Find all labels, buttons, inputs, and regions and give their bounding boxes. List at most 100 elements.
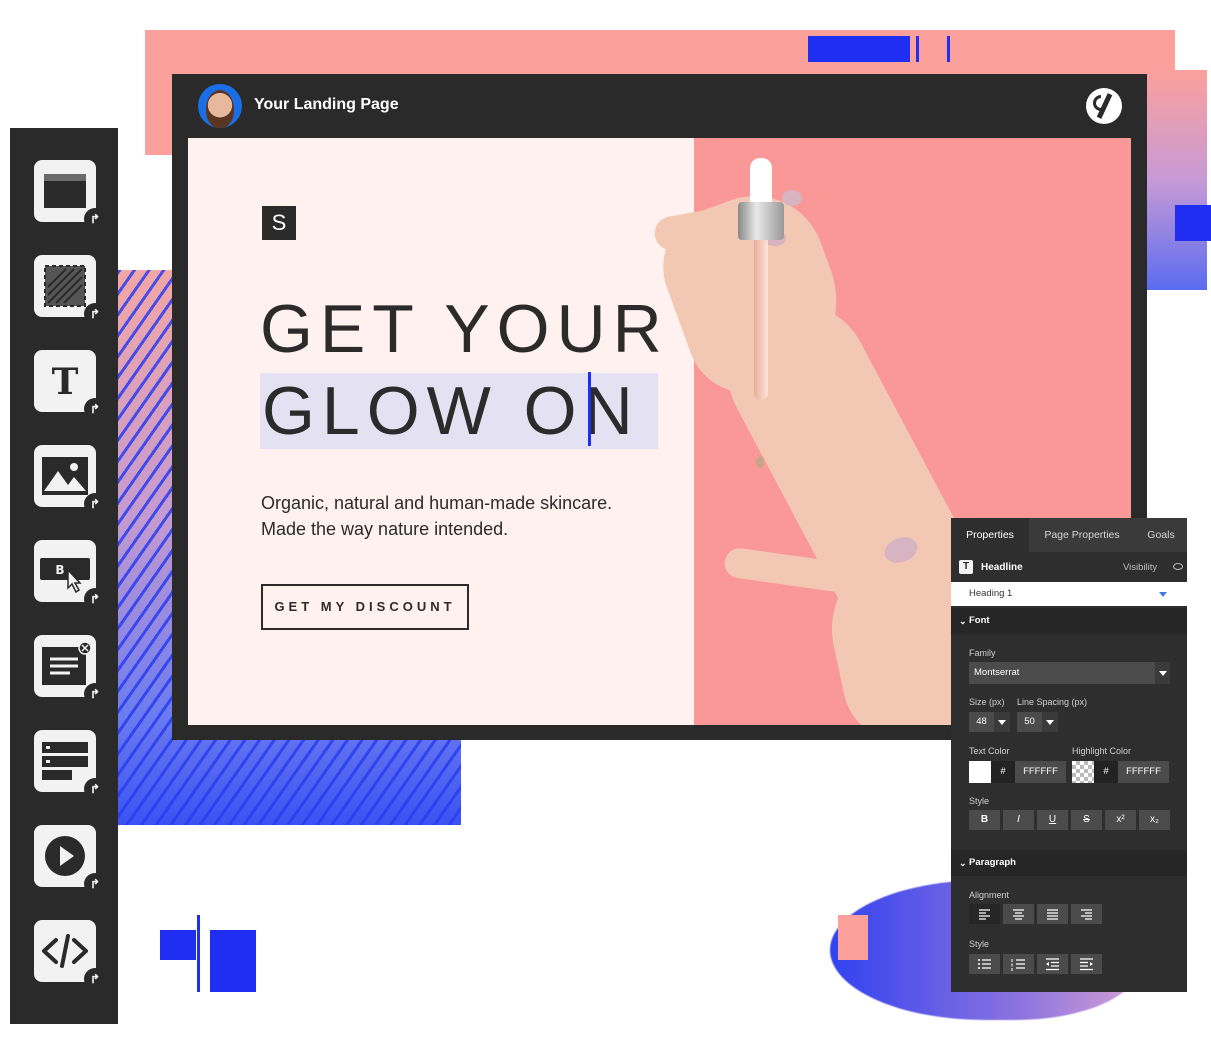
- font-family-dropdown[interactable]: [1155, 662, 1170, 684]
- element-header: T Headline Visibility: [951, 552, 1187, 582]
- dropper-illustration: [750, 158, 772, 208]
- align-left-button[interactable]: [969, 904, 1000, 924]
- tab-page-properties[interactable]: Page Properties: [1029, 518, 1135, 552]
- eye-icon[interactable]: [1173, 563, 1183, 570]
- text-color-input[interactable]: FFFFFF: [1015, 761, 1066, 783]
- subscript-button[interactable]: x₂: [1139, 810, 1170, 830]
- image-widget-button[interactable]: ↱: [34, 445, 106, 515]
- font-size-input[interactable]: 48: [969, 712, 994, 732]
- size-label: Size (px): [969, 697, 1005, 707]
- align-justify-icon: [1047, 909, 1058, 920]
- button-widget-button[interactable]: B ↱: [34, 540, 106, 610]
- highlight-color-hash: #: [1094, 761, 1118, 783]
- chevron-down-icon: [1046, 720, 1054, 725]
- line-spacing-input[interactable]: 50: [1017, 712, 1042, 732]
- underline-button[interactable]: U: [1037, 810, 1068, 830]
- alignment-label: Alignment: [969, 890, 1010, 900]
- align-center-icon: [1013, 909, 1024, 920]
- paragraph-section-label: Paragraph: [969, 857, 1016, 868]
- panel-tabs: Properties Page Properties Goals: [951, 518, 1187, 552]
- bullet-list-button[interactable]: [969, 954, 1000, 974]
- outdent-button[interactable]: [1037, 954, 1068, 974]
- droplet-illustration: [756, 456, 764, 468]
- indent-icon: [1080, 958, 1093, 971]
- decorative-blue-block: [210, 930, 256, 992]
- bullet-list-icon: [978, 959, 991, 969]
- form-widget-button[interactable]: ↱: [34, 730, 106, 800]
- text-color-hash: #: [991, 761, 1015, 783]
- dropper-illustration: [738, 202, 784, 240]
- get-discount-button[interactable]: GET MY DISCOUNT: [261, 584, 469, 630]
- highlight-color-input[interactable]: FFFFFF: [1118, 761, 1169, 783]
- font-family-select[interactable]: Montserrat: [969, 662, 1155, 684]
- family-label: Family: [969, 648, 996, 658]
- align-right-button[interactable]: [1071, 904, 1102, 924]
- chevron-down-icon: ⌄: [959, 858, 967, 868]
- properties-panel: Properties Page Properties Goals T Headl…: [951, 518, 1187, 992]
- hero-subtext[interactable]: Organic, natural and human-made skincare…: [261, 490, 621, 542]
- chevron-down-icon: [1159, 671, 1167, 676]
- heading-level-value: Heading 1: [969, 588, 1013, 599]
- line-spacing-label: Line Spacing (px): [1017, 697, 1088, 707]
- lightbox-widget-button[interactable]: ↱: [34, 635, 106, 705]
- decorative-pink-block: [838, 915, 868, 960]
- drag-arrow-icon: ↱: [84, 683, 106, 705]
- italic-button[interactable]: I: [1003, 810, 1034, 830]
- drag-arrow-icon: ↱: [84, 208, 106, 230]
- font-section-label: Font: [969, 615, 990, 626]
- numbered-list-button[interactable]: [1003, 954, 1034, 974]
- svg-text:B: B: [55, 563, 64, 577]
- brand-logo-icon[interactable]: [1086, 88, 1122, 124]
- text-widget-button[interactable]: T ↱: [34, 350, 106, 420]
- hand-illustration: [782, 190, 802, 206]
- chevron-down-icon: [1159, 592, 1167, 597]
- decorative-gradient-strip: [1147, 70, 1207, 290]
- decorative-blue-block: [160, 930, 196, 960]
- editor-topbar: Your Landing Page: [172, 74, 1147, 138]
- highlight-color-label: Highlight Color: [1072, 746, 1132, 756]
- heading-level-select[interactable]: Heading 1: [951, 582, 1187, 606]
- align-justify-button[interactable]: [1037, 904, 1068, 924]
- bold-button[interactable]: B: [969, 810, 1000, 830]
- drag-arrow-icon: ↱: [84, 303, 106, 325]
- decorative-blue-square: [1175, 205, 1211, 241]
- strikethrough-button[interactable]: S: [1071, 810, 1102, 830]
- font-section-header[interactable]: ⌄ Font: [951, 608, 1187, 634]
- decorative-brackets: [916, 36, 950, 62]
- headline-line-2: GLOW ON: [260, 373, 658, 449]
- user-avatar[interactable]: [198, 84, 242, 128]
- avatar-face: [206, 90, 234, 128]
- style-label: Style: [969, 796, 990, 806]
- tab-goals[interactable]: Goals: [1135, 518, 1187, 552]
- highlight-color-swatch[interactable]: [1072, 761, 1094, 783]
- hero-headline[interactable]: GET YOUR GLOW ON: [260, 288, 669, 452]
- custom-html-widget-button[interactable]: ↱: [34, 920, 106, 990]
- drag-arrow-icon: ↱: [84, 968, 106, 990]
- video-widget-button[interactable]: ↱: [34, 825, 106, 895]
- text-cursor: [588, 372, 591, 446]
- chevron-down-icon: [998, 720, 1006, 725]
- text-color-swatch[interactable]: [969, 761, 991, 783]
- decorative-blue-line: [197, 915, 200, 992]
- brand-logo-mark[interactable]: S: [262, 206, 296, 240]
- headline-line-1: GET YOUR: [260, 291, 669, 367]
- dropper-illustration: [754, 240, 768, 400]
- drag-arrow-icon: ↱: [84, 493, 106, 515]
- paragraph-section-header[interactable]: ⌄ Paragraph: [951, 850, 1187, 876]
- outdent-icon: [1046, 958, 1059, 971]
- widget-toolbar: ↱ ↱ T ↱ ↱ B ↱ ↱ ↱ ↱ ↱: [10, 128, 118, 1024]
- tab-properties[interactable]: Properties: [951, 518, 1029, 552]
- indent-button[interactable]: [1071, 954, 1102, 974]
- align-right-icon: [1081, 909, 1092, 920]
- line-spacing-dropdown[interactable]: [1042, 712, 1058, 732]
- page-title: Your Landing Page: [254, 96, 399, 113]
- element-label: Headline: [981, 562, 1023, 573]
- align-left-icon: [979, 909, 990, 920]
- font-family-value: Montserrat: [974, 667, 1020, 678]
- font-size-dropdown[interactable]: [994, 712, 1010, 732]
- align-center-button[interactable]: [1003, 904, 1034, 924]
- decorative-blue-rect: [808, 36, 910, 62]
- box-widget-button[interactable]: ↱: [34, 255, 106, 325]
- superscript-button[interactable]: x²: [1105, 810, 1136, 830]
- section-widget-button[interactable]: ↱: [34, 160, 106, 230]
